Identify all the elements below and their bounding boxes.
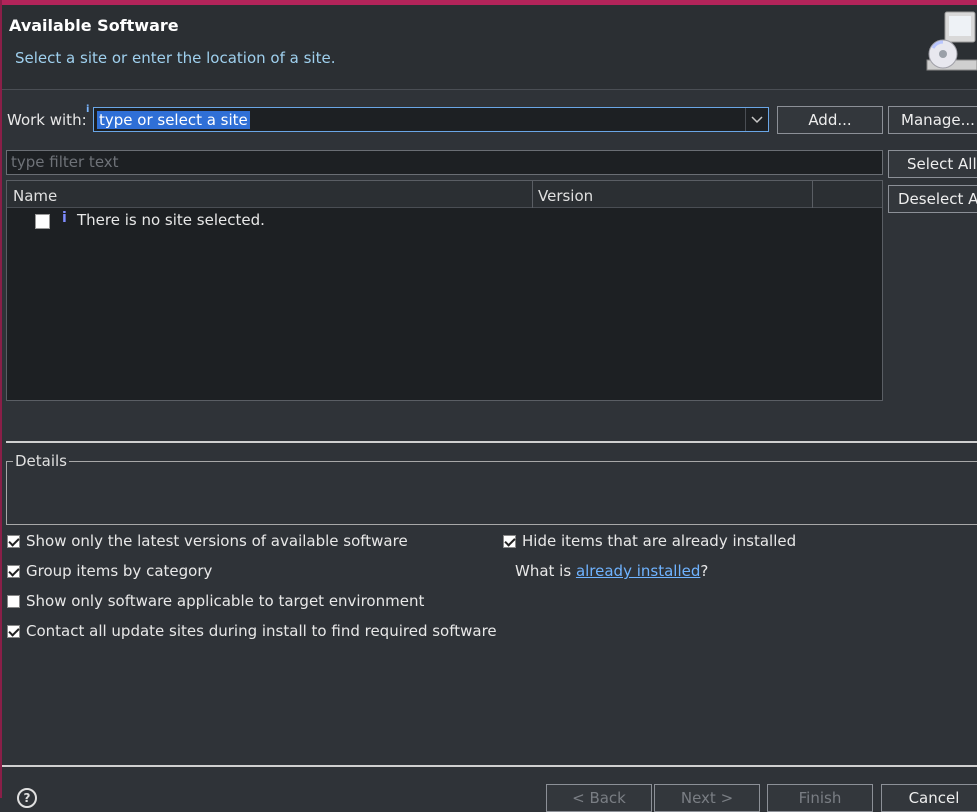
column-divider[interactable] (812, 181, 813, 208)
back-button-label: < Back (572, 789, 626, 807)
filter-input[interactable]: type filter text (6, 150, 883, 175)
software-tree-table[interactable]: Name Version i There is no site selected… (6, 180, 883, 401)
select-all-button[interactable]: Select All (888, 150, 977, 178)
target-environment-checkbox[interactable] (7, 594, 20, 608)
cancel-button[interactable]: Cancel (881, 784, 977, 812)
finish-button[interactable]: Finish (767, 784, 873, 812)
page-title: Available Software (9, 16, 179, 35)
what-is-installed-text: What is already installed? (515, 562, 708, 580)
manage-sites-button[interactable]: Manage... (888, 106, 977, 134)
already-installed-link[interactable]: already installed (576, 562, 700, 580)
target-environment-label[interactable]: Show only software applicable to target … (26, 592, 424, 610)
table-header: Name Version (7, 181, 882, 208)
row-checkbox[interactable] (35, 214, 50, 229)
next-button-label: Next > (680, 789, 734, 807)
show-latest-versions-option[interactable]: Show only the latest versions of availab… (7, 532, 408, 550)
add-site-button[interactable]: Add... (777, 106, 883, 134)
window-left-border (0, 0, 2, 798)
hide-installed-checkbox[interactable] (503, 534, 516, 548)
work-with-label: Work with: (7, 111, 87, 129)
page-subtitle: Select a site or enter the location of a… (15, 49, 336, 67)
hide-installed-option[interactable]: Hide items that are already installed (503, 532, 796, 550)
filter-placeholder: type filter text (11, 153, 119, 171)
contact-update-sites-option[interactable]: Contact all update sites during install … (7, 622, 497, 640)
chevron-down-icon[interactable] (745, 108, 768, 131)
hide-installed-label[interactable]: Hide items that are already installed (522, 532, 796, 550)
info-marker-icon: i (86, 104, 90, 115)
column-header-name[interactable]: Name (13, 187, 57, 205)
add-site-button-label: Add... (808, 111, 852, 129)
sash-separator[interactable] (6, 441, 977, 443)
next-button[interactable]: Next > (654, 784, 760, 812)
what-is-suffix: ? (700, 562, 709, 580)
site-combo-value[interactable]: type or select a site (97, 111, 250, 129)
table-row-text: There is no site selected. (77, 211, 265, 229)
info-icon: i (62, 210, 67, 226)
contact-update-sites-label[interactable]: Contact all update sites during install … (26, 622, 497, 640)
site-combo-box[interactable]: type or select a site (93, 107, 769, 132)
cancel-button-label: Cancel (908, 789, 960, 807)
help-icon[interactable]: ? (17, 788, 37, 808)
details-legend: Details (13, 452, 70, 470)
show-latest-versions-label[interactable]: Show only the latest versions of availab… (26, 532, 408, 550)
manage-sites-button-label: Manage... (901, 111, 975, 129)
group-by-category-checkbox[interactable] (7, 564, 20, 578)
deselect-all-button-label: Deselect A (898, 190, 977, 208)
footer-separator (2, 765, 977, 767)
target-environment-option[interactable]: Show only software applicable to target … (7, 592, 424, 610)
details-group (6, 461, 977, 525)
column-header-version[interactable]: Version (538, 187, 593, 205)
group-by-category-option[interactable]: Group items by category (7, 562, 212, 580)
install-software-icon (921, 8, 977, 74)
what-is-prefix: What is (515, 562, 576, 580)
select-all-button-label: Select All (907, 155, 977, 173)
back-button[interactable]: < Back (546, 784, 652, 812)
header-separator (2, 89, 977, 90)
finish-button-label: Finish (798, 789, 842, 807)
contact-update-sites-checkbox[interactable] (7, 624, 20, 638)
column-divider[interactable] (532, 181, 533, 208)
deselect-all-button[interactable]: Deselect A (888, 185, 977, 213)
show-latest-versions-checkbox[interactable] (7, 534, 20, 548)
group-by-category-label[interactable]: Group items by category (26, 562, 212, 580)
